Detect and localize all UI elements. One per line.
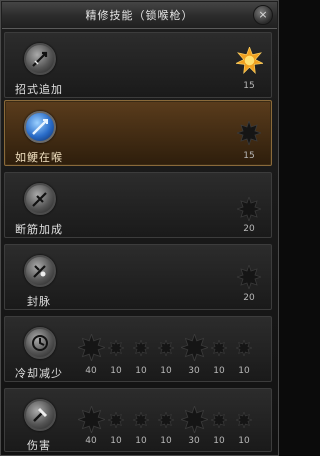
- skill-point-locked[interactable]: [108, 412, 124, 428]
- skill-row-meridian[interactable]: 封脉 20: [4, 244, 272, 310]
- cooldown-icon[interactable]: [24, 327, 56, 359]
- point-value: 15: [243, 81, 255, 91]
- point-value: 40: [85, 436, 97, 446]
- skill-point-locked[interactable]: [237, 265, 261, 289]
- point-value: 30: [188, 436, 200, 446]
- skill-row-damage[interactable]: 伤害 40 10 10 10 30 10 10: [4, 388, 272, 452]
- close-button[interactable]: ×: [253, 5, 273, 25]
- skill-name: 断筋加成: [15, 223, 63, 236]
- point-value: 10: [238, 436, 250, 446]
- refine-skill-window: 精修技能（锁喉枪） × 招式追加 15 如鲠在喉 15 断筋加成 20 封脉 2…: [0, 0, 279, 456]
- spear-throat-icon[interactable]: [24, 111, 56, 143]
- point-value: 10: [238, 366, 250, 376]
- skill-row-cooldown[interactable]: 冷却减少 40 10 10 10 30 10 10: [4, 316, 272, 382]
- skill-point-locked[interactable]: [78, 406, 105, 433]
- point-value: 20: [243, 293, 255, 303]
- window-title: 精修技能（锁喉枪）: [85, 9, 194, 22]
- meridian-seal-icon[interactable]: [24, 255, 56, 287]
- spear-thrust-icon[interactable]: [24, 43, 56, 75]
- skill-point-locked[interactable]: [133, 412, 149, 428]
- skill-name: 冷却减少: [15, 367, 63, 380]
- point-value: 10: [213, 366, 225, 376]
- skill-point-locked[interactable]: [237, 121, 261, 145]
- point-value: 10: [135, 436, 147, 446]
- point-value: 40: [85, 366, 97, 376]
- skill-point-locked[interactable]: [236, 340, 252, 356]
- skill-point-locked[interactable]: [181, 406, 208, 433]
- point-value: 15: [243, 151, 255, 161]
- skill-point-locked[interactable]: [236, 412, 252, 428]
- skill-name: 伤害: [27, 439, 51, 452]
- skill-row-tendon[interactable]: 断筋加成 20: [4, 172, 272, 238]
- point-value: 20: [243, 224, 255, 234]
- tendon-cut-icon[interactable]: [24, 183, 56, 215]
- skill-point-locked[interactable]: [211, 412, 227, 428]
- point-value: 10: [110, 436, 122, 446]
- skill-point-activated[interactable]: [236, 47, 263, 74]
- skill-row-throat[interactable]: 如鲠在喉 15: [4, 100, 272, 166]
- skill-point-locked[interactable]: [108, 340, 124, 356]
- point-value: 10: [213, 436, 225, 446]
- skill-name: 如鲠在喉: [15, 151, 63, 164]
- skill-name: 招式追加: [15, 83, 63, 96]
- skill-point-locked[interactable]: [133, 340, 149, 356]
- point-value: 30: [188, 366, 200, 376]
- skill-point-locked[interactable]: [237, 197, 261, 221]
- skill-name: 封脉: [27, 295, 51, 308]
- skill-row-combo-add[interactable]: 招式追加 15: [4, 32, 272, 98]
- point-value: 10: [110, 366, 122, 376]
- damage-hammer-icon[interactable]: [24, 399, 56, 431]
- skill-point-locked[interactable]: [78, 334, 105, 361]
- skill-point-locked[interactable]: [158, 340, 174, 356]
- title-bar: 精修技能（锁喉枪） ×: [2, 2, 277, 29]
- point-value: 10: [160, 436, 172, 446]
- skill-point-locked[interactable]: [158, 412, 174, 428]
- skill-point-locked[interactable]: [211, 340, 227, 356]
- point-value: 10: [160, 366, 172, 376]
- skill-point-locked[interactable]: [181, 334, 208, 361]
- point-value: 10: [135, 366, 147, 376]
